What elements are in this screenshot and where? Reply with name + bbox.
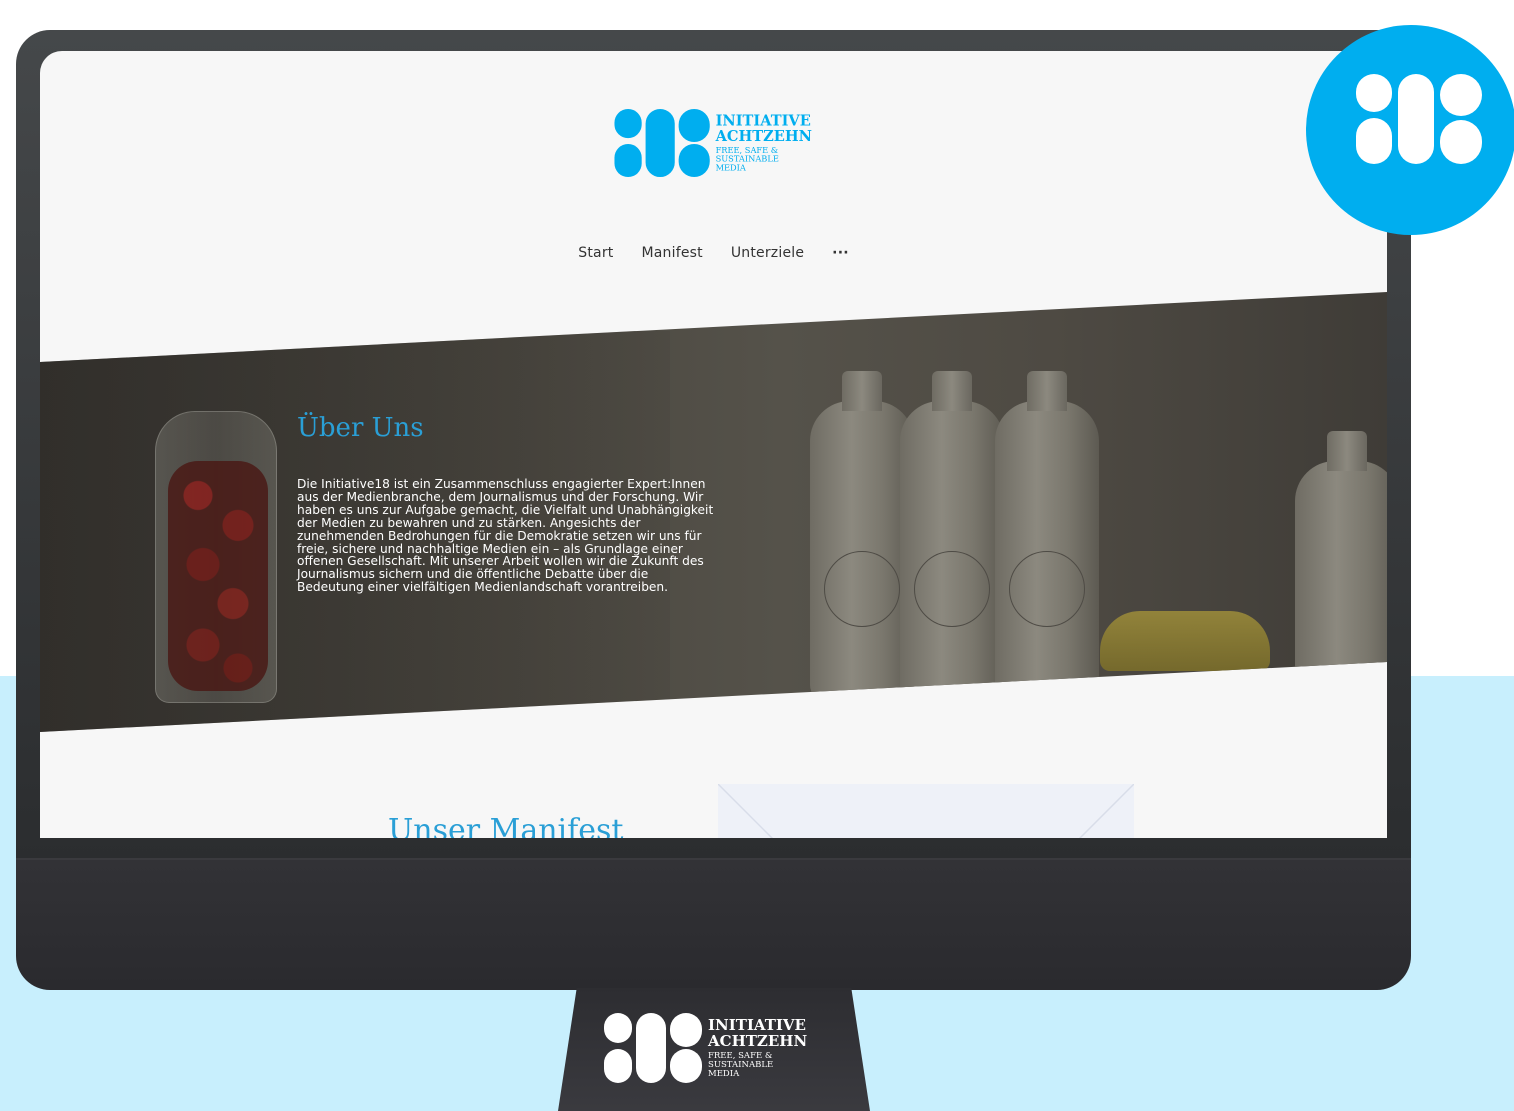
site-logo-icon[interactable]: INITIATIVE ACHTZEHN FREE, SAFE & SUSTAIN… (611, 109, 861, 179)
hero-image-bottle (995, 371, 1099, 701)
hero-image-berries (168, 461, 268, 691)
nav-item-manifest[interactable]: Manifest (641, 245, 702, 267)
hero-image-bottle (1295, 431, 1387, 732)
site-tagline-line3: MEDIA (716, 162, 747, 172)
manifest-title: Unser Manifest (388, 813, 624, 838)
stand-logo-icon: INITIATIVE ACHTZEHN FREE, SAFE & SUSTAIN… (604, 1013, 807, 1083)
hero-description: Die Initiative18 ist ein Zusammenschluss… (297, 477, 714, 595)
initiative-18-logo-icon (1356, 74, 1482, 164)
manifest-image-placeholder (718, 784, 1134, 838)
site-brand-line1: INITIATIVE (716, 113, 811, 130)
hero-title: Über Uns (297, 413, 424, 443)
site-brand-line2: ACHTZEHN (715, 128, 812, 145)
monitor-screen: INITIATIVE ACHTZEHN FREE, SAFE & SUSTAIN… (40, 51, 1387, 838)
monitor-chin (16, 858, 1411, 990)
hero-image-bottle (900, 371, 1004, 701)
nav-item-unterziele[interactable]: Unterziele (731, 245, 804, 267)
stand-tagline-line3: MEDIA (708, 1069, 740, 1079)
hero-image-bottle (810, 371, 914, 701)
nav-item-start[interactable]: Start (578, 245, 613, 267)
nav-more-menu[interactable]: ··· (832, 245, 849, 267)
stand-brand-line2: ACHTZEHN (707, 1032, 807, 1050)
hero-image-toy-car (1100, 611, 1270, 671)
main-navigation: Start Manifest Unterziele ··· (40, 245, 1387, 267)
